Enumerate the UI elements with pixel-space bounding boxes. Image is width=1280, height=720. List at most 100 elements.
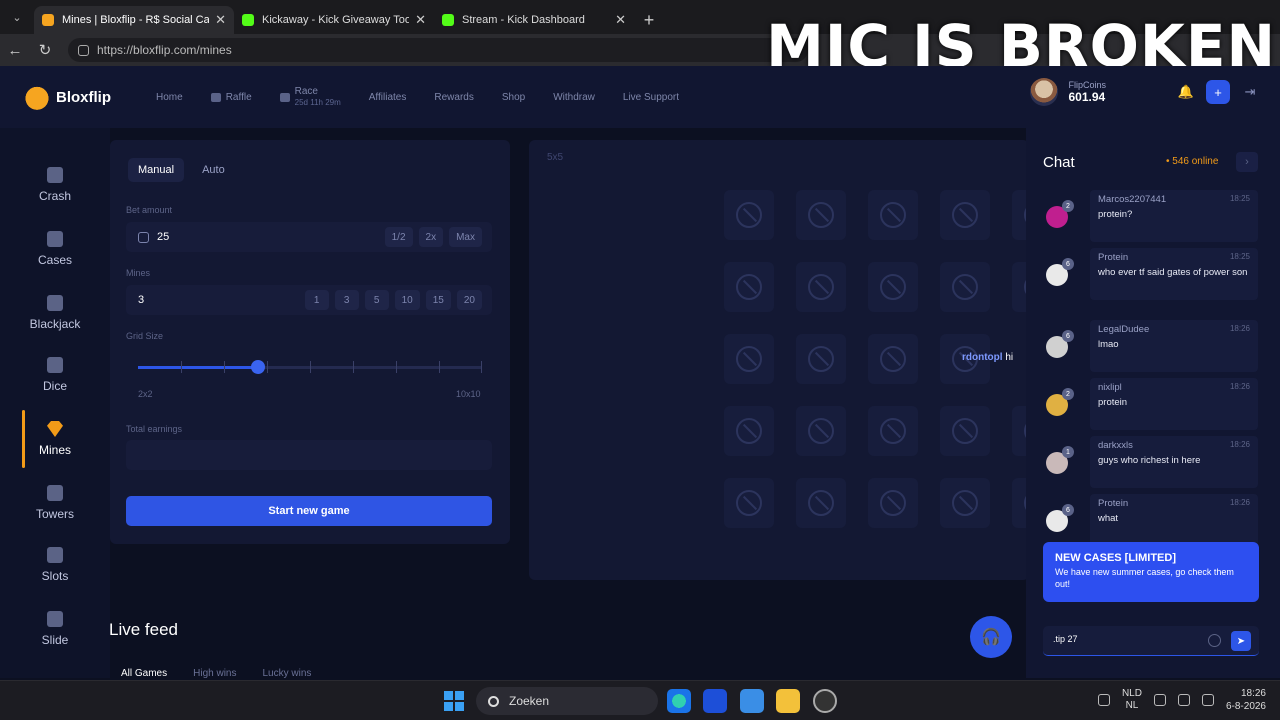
mines-preset-20[interactable]: 20 (456, 290, 482, 310)
tab-manual[interactable]: Manual (128, 158, 185, 182)
url-field[interactable]: https://bloxflip.com/mines (68, 38, 808, 62)
mine-tile[interactable] (940, 406, 990, 456)
nav-home[interactable]: Home (142, 92, 197, 103)
sidebar-item-crash[interactable]: Crash (0, 156, 110, 214)
mine-tile[interactable] (796, 334, 846, 384)
mines-count-field[interactable]: 3 1 3 5 10 15 20 (126, 285, 492, 315)
store-icon[interactable] (740, 689, 764, 713)
bell-icon[interactable]: 🔔 (1174, 80, 1198, 104)
max-bet-button[interactable]: Max (449, 227, 482, 247)
chat-username[interactable]: darkxxls (1098, 440, 1133, 451)
mines-preset-3[interactable]: 3 (334, 290, 359, 310)
grid-size-slider[interactable] (138, 360, 482, 374)
emoji-icon[interactable] (1208, 634, 1221, 647)
sidebar-item-blackjack[interactable]: Blackjack (0, 284, 110, 342)
tab-lucky-wins[interactable]: Lucky wins (262, 668, 311, 679)
nav-race[interactable]: Race 25d 11h 29m (266, 86, 355, 108)
chat-username[interactable]: LegalDudee (1098, 324, 1149, 335)
sidebar-item-mines[interactable]: Mines (0, 410, 110, 468)
chat-input-box[interactable]: ➤ (1043, 626, 1259, 656)
mine-tile[interactable] (868, 334, 918, 384)
mine-tile[interactable] (868, 406, 918, 456)
site-info-icon[interactable] (78, 44, 89, 56)
wifi-icon[interactable] (1153, 694, 1166, 706)
tab-mines[interactable]: Mines | Bloxflip - R$ Social Casino ✕ (34, 6, 234, 34)
logout-icon[interactable]: ⇥ (1238, 80, 1262, 104)
taskbar-search[interactable]: Zoeken (476, 687, 658, 715)
mine-tile[interactable] (940, 262, 990, 312)
mine-tile[interactable] (796, 262, 846, 312)
bloxflip-logo[interactable]: Bloxflip (22, 84, 142, 110)
user-avatar[interactable] (1030, 78, 1059, 106)
sidebar-item-dice[interactable]: Dice (0, 346, 110, 404)
double-bet-button[interactable]: 2x (418, 227, 444, 247)
chat-message: Protein 18:25 who ever tf said gates of po… (1090, 248, 1258, 300)
mine-tile[interactable] (724, 262, 774, 312)
volume-icon[interactable] (1177, 694, 1190, 706)
nav-raffle[interactable]: Raffle (197, 92, 266, 103)
file-explorer-icon[interactable] (776, 689, 800, 713)
support-headset-button[interactable]: 🎧 (970, 616, 1012, 658)
nav-withdraw[interactable]: Withdraw (539, 92, 609, 103)
sidebar-item-slide[interactable]: Slide (0, 600, 110, 658)
tab-auto[interactable]: Auto (192, 158, 235, 182)
tab-all-games[interactable]: All Games (121, 668, 167, 679)
clock[interactable]: 18:26 6-8-2026 (1226, 687, 1266, 713)
half-bet-button[interactable]: 1/2 (384, 227, 413, 247)
send-message-button[interactable]: ➤ (1231, 631, 1251, 651)
mine-tile[interactable] (796, 190, 846, 240)
tab-kickaway[interactable]: Kickaway - Kick Giveaway Tool ✕ (234, 6, 434, 34)
tab-high-wins[interactable]: High wins (193, 668, 236, 679)
nav-affiliates[interactable]: Affiliates (355, 92, 421, 103)
mine-tile[interactable] (868, 190, 918, 240)
nav-live-support[interactable]: Live Support (609, 92, 693, 103)
slider-handle[interactable] (251, 360, 266, 374)
close-tab-icon[interactable]: ✕ (415, 12, 426, 28)
back-arrow-icon[interactable]: ← (0, 35, 30, 65)
mine-tile[interactable] (796, 406, 846, 456)
close-tab-icon[interactable]: ✕ (215, 12, 226, 28)
battery-icon[interactable] (1201, 694, 1214, 706)
promo-banner[interactable]: NEW CASES [LIMITED] We have new summer c… (1043, 542, 1259, 602)
chat-input[interactable] (1053, 634, 1193, 644)
tab-kick-dashboard[interactable]: Stream - Kick Dashboard ✕ (434, 6, 634, 34)
chat-username[interactable]: nixlipl (1098, 382, 1122, 393)
chat-username[interactable]: Protein (1098, 498, 1128, 509)
tab-search-icon[interactable]: ⌄ (0, 0, 34, 34)
site-header: Bloxflip Home Raffle Race 25d 11h 29m Aff… (0, 66, 1280, 128)
mines-preset-5[interactable]: 5 (364, 290, 389, 310)
app-icon[interactable] (813, 689, 837, 713)
mine-tile[interactable] (796, 478, 846, 528)
mines-preset-10[interactable]: 10 (394, 290, 420, 310)
nav-rewards[interactable]: Rewards (420, 92, 487, 103)
sidebar-item-cases[interactable]: Cases (0, 220, 110, 278)
chat-username[interactable]: Protein (1098, 252, 1128, 263)
new-tab-button[interactable]: + (634, 6, 664, 34)
mine-tile[interactable] (868, 262, 918, 312)
vscode-icon[interactable] (703, 689, 727, 713)
mine-tile[interactable] (724, 334, 774, 384)
mines-preset-15[interactable]: 15 (425, 290, 451, 310)
mine-tile[interactable] (940, 190, 990, 240)
chat-username[interactable]: Marcos2207441 (1098, 194, 1166, 205)
windows-start-icon[interactable] (444, 691, 464, 711)
edge-browser-icon[interactable] (667, 689, 691, 713)
start-game-button[interactable]: Start new game (126, 496, 492, 526)
close-tab-icon[interactable]: ✕ (615, 12, 626, 28)
mines-preset-1[interactable]: 1 (304, 290, 329, 310)
sidebar-item-slots[interactable]: Slots (0, 536, 110, 594)
language-indicator[interactable]: NLD NL (1122, 688, 1142, 712)
deposit-plus-button[interactable]: + (1206, 80, 1230, 104)
microphone-icon[interactable] (1097, 694, 1110, 706)
mine-tile[interactable] (868, 478, 918, 528)
mine-tile[interactable] (724, 190, 774, 240)
sidebar-item-towers[interactable]: Towers (0, 474, 110, 532)
nav-shop[interactable]: Shop (488, 92, 539, 103)
bet-amount-field[interactable]: 25 1/2 2x Max (126, 222, 492, 252)
mine-tile[interactable] (724, 406, 774, 456)
mine-tile[interactable] (940, 478, 990, 528)
reload-icon[interactable]: ↻ (30, 35, 60, 65)
collapse-chat-button[interactable]: › (1236, 152, 1258, 172)
mine-tile[interactable] (724, 478, 774, 528)
coin-balance[interactable]: FlipCoins 601.94 (1068, 80, 1106, 104)
